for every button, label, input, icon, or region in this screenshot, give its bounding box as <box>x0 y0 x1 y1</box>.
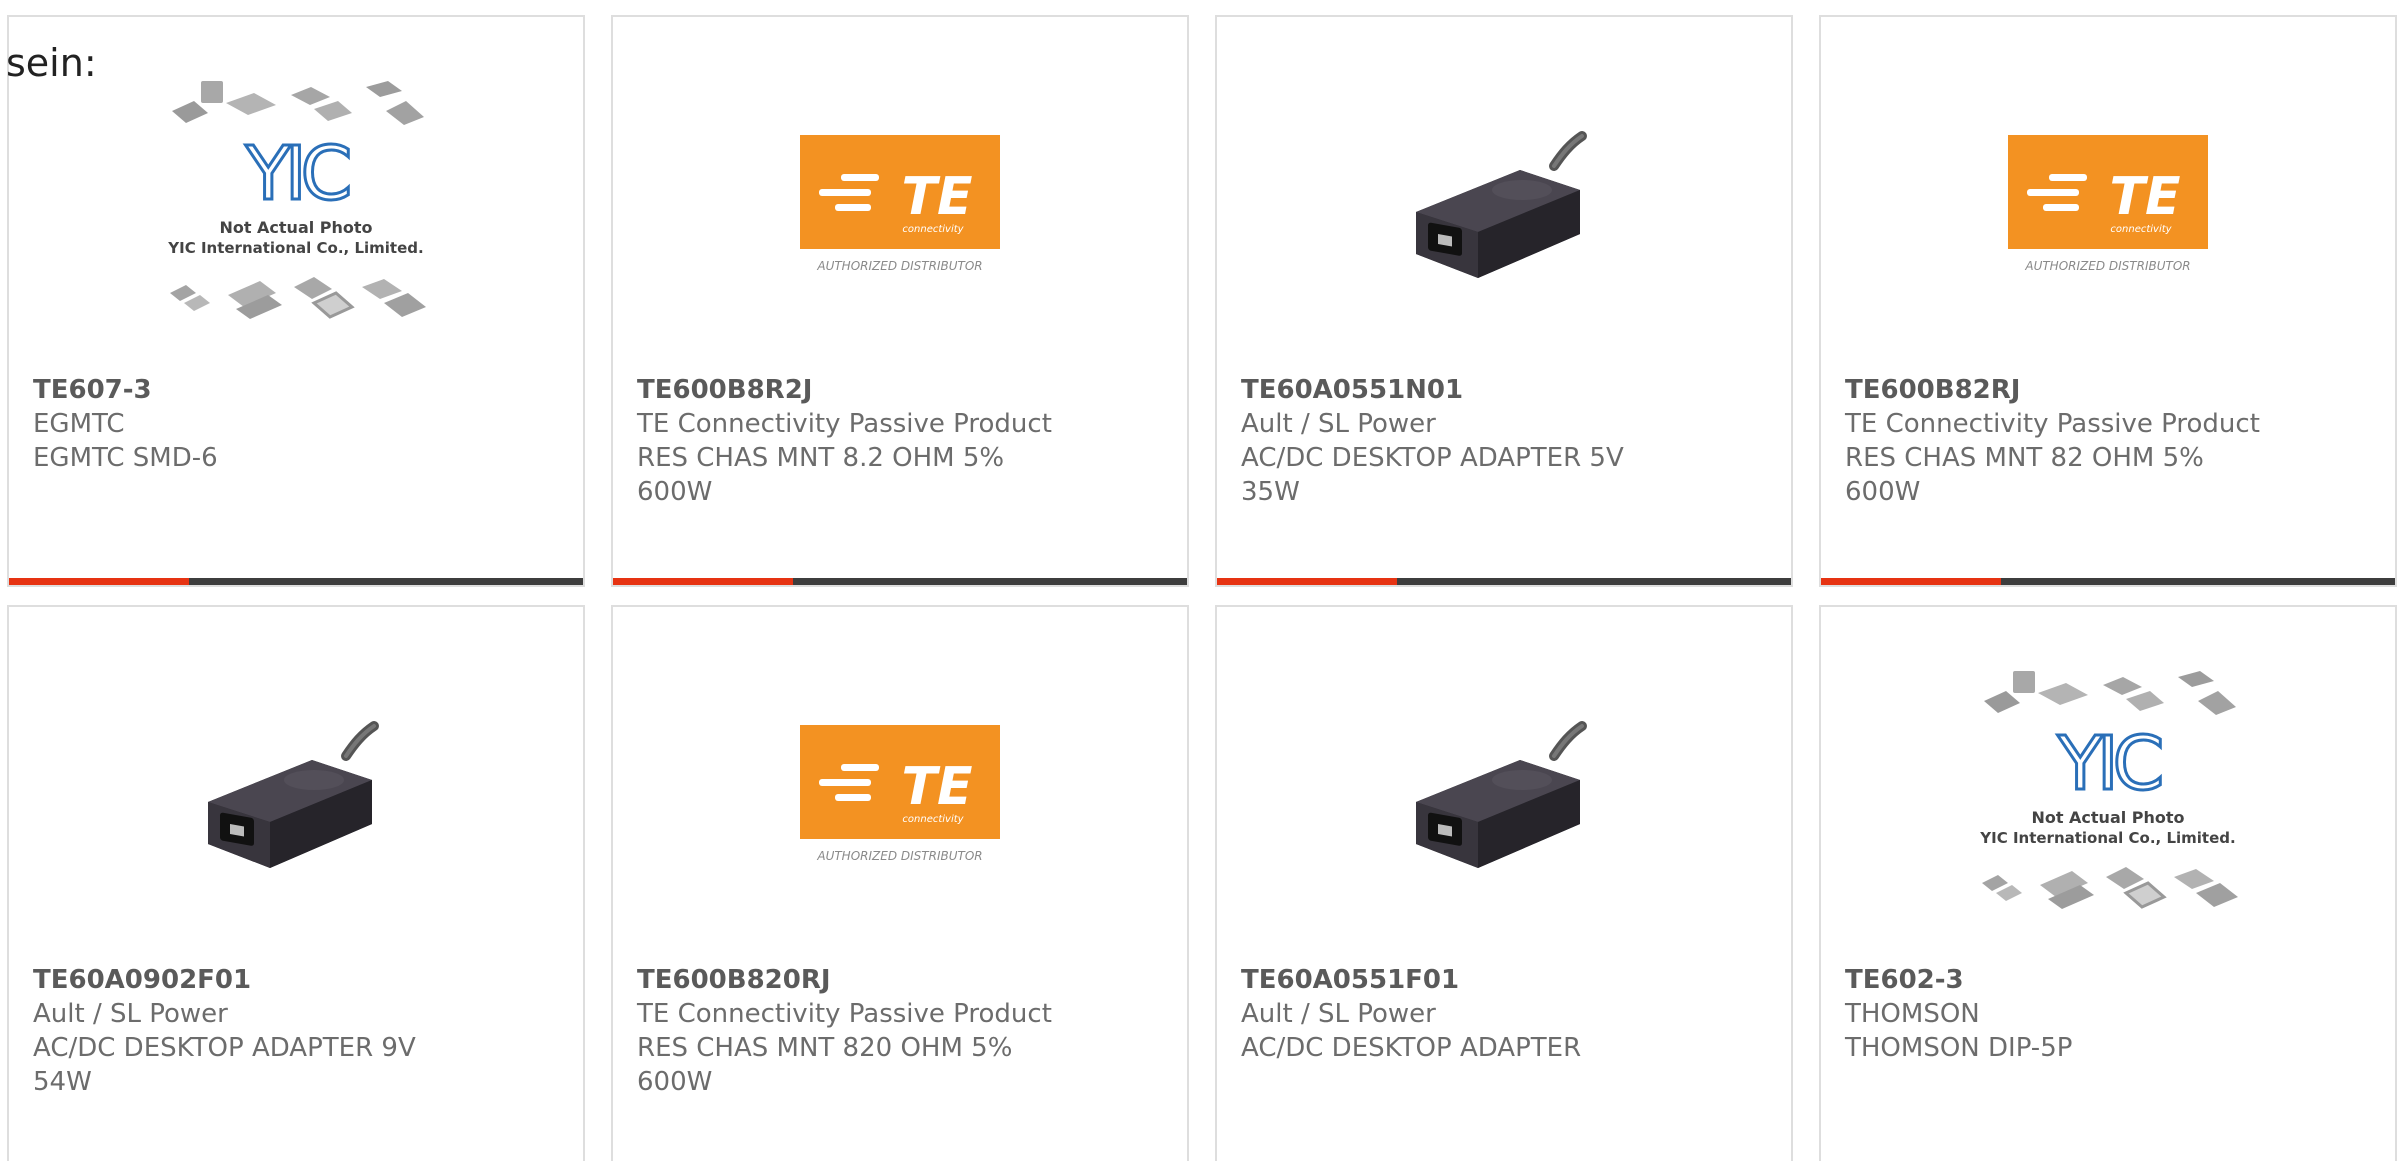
card-accent-bar <box>613 578 793 585</box>
yic-logo: YIC <box>2057 721 2161 807</box>
te-connectivity-logo: TE connectivity AUTHORIZED DISTRIBUTOR <box>2008 135 2208 273</box>
te-logo-subtext: connectivity <box>902 814 964 825</box>
product-thumbnail[interactable]: TE connectivity AUTHORIZED DISTRIBUTOR <box>613 637 1187 955</box>
product-info: TE602-3 THOMSON THOMSON DIP-5P <box>1845 963 2375 1065</box>
power-adapter-image <box>1416 131 1587 278</box>
product-description: RES CHAS MNT 820 OHM 5% 600W <box>637 1033 1013 1097</box>
product-card[interactable]: TE connectivity AUTHORIZED DISTRIBUTOR T… <box>611 15 1189 587</box>
not-actual-photo-image: YIC Not Actual Photo YIC International C… <box>1979 671 2238 909</box>
product-description: EGMTC SMD-6 <box>33 443 218 473</box>
te-logo-text: TE <box>2110 167 2181 227</box>
product-description: AC/DC DESKTOP ADAPTER 9V 54W <box>33 1033 416 1097</box>
product-description: THOMSON DIP-5P <box>1845 1033 2073 1063</box>
product-card[interactable]: YIC Not Actual Photo YIC International C… <box>7 15 585 587</box>
product-thumbnail[interactable]: YIC Not Actual Photo YIC International C… <box>1821 637 2395 955</box>
manufacturer: THOMSON <box>1845 999 1980 1029</box>
product-description: AC/DC DESKTOP ADAPTER <box>1241 1033 1582 1063</box>
product-info: TE60A0551F01 Ault / SL Power AC/DC DESKTOP… <box>1241 963 1771 1065</box>
manufacturer: TE Connectivity Passive Product <box>637 409 1052 439</box>
manufacturer: TE Connectivity Passive Product <box>637 999 1052 1029</box>
product-description: RES CHAS MNT 8.2 OHM 5% 600W <box>637 443 1005 507</box>
part-number-link[interactable]: TE60A0551F01 <box>1241 963 1771 997</box>
product-thumbnail[interactable]: TE connectivity AUTHORIZED DISTRIBUTOR <box>613 47 1187 365</box>
card-bottom-bar <box>613 578 1187 585</box>
part-number-link[interactable]: TE600B820RJ <box>637 963 1167 997</box>
product-info: TE60A0551N01 Ault / SL Power AC/DC DESKTOP… <box>1241 373 1771 509</box>
power-adapter-image <box>1416 721 1587 868</box>
product-thumbnail[interactable] <box>9 637 583 955</box>
te-connectivity-logo: TE connectivity AUTHORIZED DISTRIBUTOR <box>800 725 1000 863</box>
authorized-distributor-caption: AUTHORIZED DISTRIBUTOR <box>816 259 982 273</box>
product-card[interactable]: YIC Not Actual Photo YIC International C… <box>1819 605 2397 1161</box>
card-accent-bar <box>9 578 189 585</box>
te-logo-text: TE <box>902 757 973 817</box>
product-description: AC/DC DESKTOP ADAPTER 5V 35W <box>1241 443 1624 507</box>
card-accent-bar <box>1217 578 1397 585</box>
product-grid-page: sein: YIC Not Actual Photo YIC Internati… <box>0 0 2400 1161</box>
not-actual-photo-image: YIC Not Actual Photo YIC International C… <box>167 81 426 319</box>
placeholder-company: YIC International Co., Limited. <box>167 239 423 257</box>
card-accent-bar <box>1821 578 2001 585</box>
product-thumbnail[interactable] <box>1217 47 1791 365</box>
product-thumbnail[interactable] <box>1217 637 1791 955</box>
product-info: TE600B820RJ TE Connectivity Passive Produ… <box>637 963 1167 1099</box>
part-number-link[interactable]: TE600B82RJ <box>1845 373 2375 407</box>
product-info: TE600B8R2J TE Connectivity Passive Produc… <box>637 373 1167 509</box>
part-number-link[interactable]: TE600B8R2J <box>637 373 1167 407</box>
te-logo-text: TE <box>902 167 973 227</box>
product-card[interactable]: TE60A0551F01 Ault / SL Power AC/DC DESKTOP… <box>1215 605 1793 1161</box>
te-logo-subtext: connectivity <box>902 224 964 235</box>
authorized-distributor-caption: AUTHORIZED DISTRIBUTOR <box>2024 259 2190 273</box>
part-number-link[interactable]: TE602-3 <box>1845 963 2375 997</box>
product-card[interactable]: TE connectivity AUTHORIZED DISTRIBUTOR T… <box>1819 15 2397 587</box>
product-info: TE60A0902F01 Ault / SL Power AC/DC DESKTOP… <box>33 963 563 1099</box>
card-bottom-bar <box>1821 578 2395 585</box>
te-logo-subtext: connectivity <box>2110 224 2172 235</box>
placeholder-company: YIC International Co., Limited. <box>1979 829 2235 847</box>
product-info: TE600B82RJ TE Connectivity Passive Produc… <box>1845 373 2375 509</box>
manufacturer: Ault / SL Power <box>1241 999 1436 1029</box>
product-card[interactable]: TE connectivity AUTHORIZED DISTRIBUTOR T… <box>611 605 1189 1161</box>
part-number-link[interactable]: TE607-3 <box>33 373 563 407</box>
card-bottom-bar <box>9 578 583 585</box>
part-number-link[interactable]: TE60A0902F01 <box>33 963 563 997</box>
product-info: TE607-3 EGMTC EGMTC SMD-6 <box>33 373 563 475</box>
power-adapter-image <box>208 721 379 868</box>
yic-logo: YIC <box>245 131 349 217</box>
product-card[interactable]: TE60A0551N01 Ault / SL Power AC/DC DESKTOP… <box>1215 15 1793 587</box>
placeholder-title: Not Actual Photo <box>2031 808 2184 827</box>
product-thumbnail[interactable]: TE connectivity AUTHORIZED DISTRIBUTOR <box>1821 47 2395 365</box>
product-thumbnail[interactable]: YIC Not Actual Photo YIC International C… <box>9 47 583 365</box>
product-card[interactable]: TE60A0902F01 Ault / SL Power AC/DC DESKTOP… <box>7 605 585 1161</box>
product-description: RES CHAS MNT 82 OHM 5% 600W <box>1845 443 2204 507</box>
manufacturer: EGMTC <box>33 409 125 439</box>
authorized-distributor-caption: AUTHORIZED DISTRIBUTOR <box>816 849 982 863</box>
part-number-link[interactable]: TE60A0551N01 <box>1241 373 1771 407</box>
te-connectivity-logo: TE connectivity AUTHORIZED DISTRIBUTOR <box>800 135 1000 273</box>
lead-text: sein: <box>6 41 97 85</box>
manufacturer: Ault / SL Power <box>33 999 228 1029</box>
manufacturer: Ault / SL Power <box>1241 409 1436 439</box>
placeholder-title: Not Actual Photo <box>219 218 372 237</box>
manufacturer: TE Connectivity Passive Product <box>1845 409 2260 439</box>
card-bottom-bar <box>1217 578 1791 585</box>
